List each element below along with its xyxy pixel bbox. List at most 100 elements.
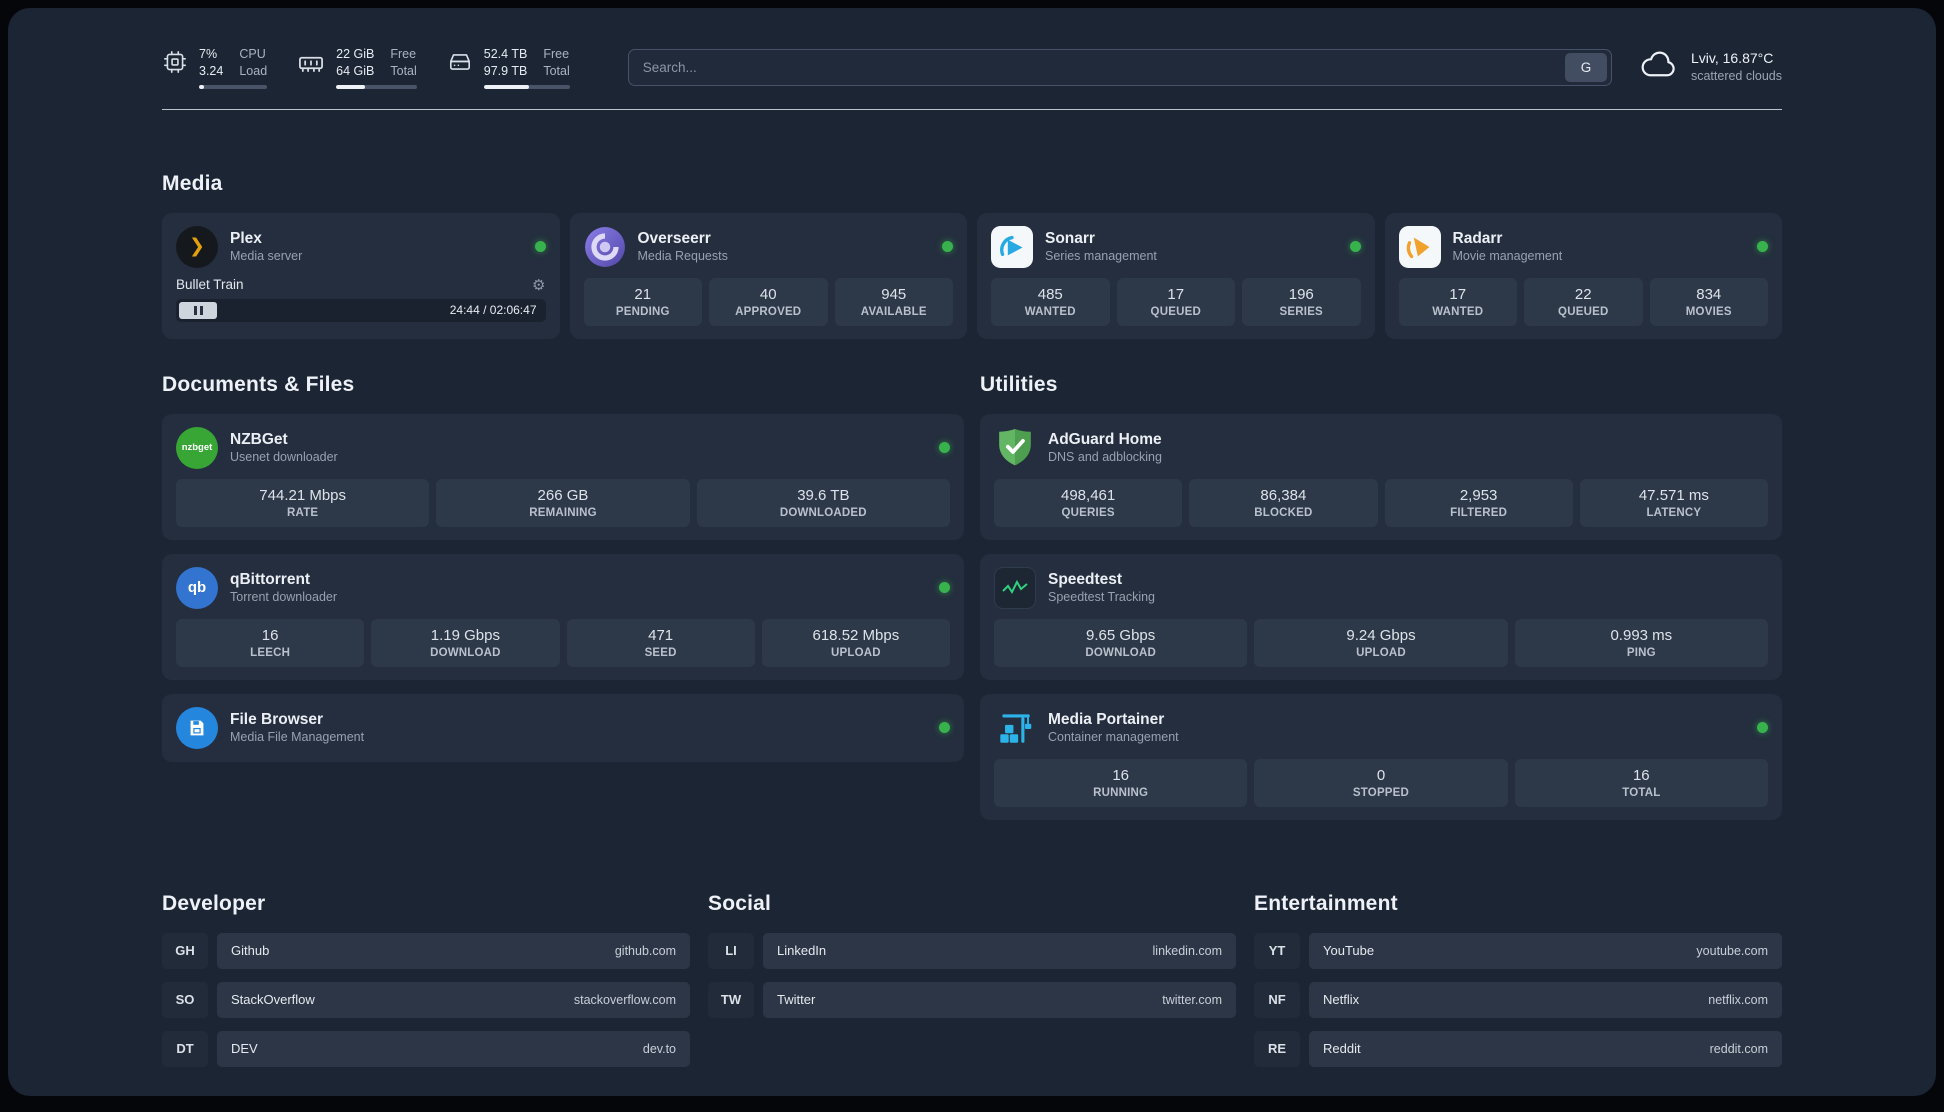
- pause-button[interactable]: [179, 301, 217, 319]
- section-entertainment: Entertainment YT YouTube youtube.com NF …: [1254, 892, 1782, 1067]
- bookmark-link-github[interactable]: Github github.com: [217, 932, 690, 969]
- bookmark-row: LI LinkedIn linkedin.com: [708, 932, 1236, 969]
- status-dot: [942, 241, 953, 253]
- stat-tile: 17 WANTED: [1398, 277, 1517, 326]
- section-title-utilities: Utilities: [980, 372, 1058, 396]
- app-subtitle: DNS and adblocking: [1048, 450, 1162, 465]
- section-title-developer: Developer: [162, 891, 266, 915]
- ram-label-1: Free: [390, 47, 417, 61]
- app-name: Media Portainer: [1048, 710, 1165, 728]
- bookmark-abbr: GH: [162, 932, 208, 969]
- bookmark-link-dev[interactable]: DEV dev.to: [217, 1030, 690, 1067]
- app-card-radarr[interactable]: Radarr Movie management 17 WANTED 22 QUE…: [1384, 212, 1782, 339]
- stat-tile: 9.65 Gbps DOWNLOAD: [994, 618, 1248, 667]
- app-subtitle: Media server: [230, 249, 303, 264]
- stat-tile: 39.6 TB DOWNLOADED: [696, 478, 950, 527]
- stat-tile: 21 PENDING: [583, 277, 702, 326]
- topbar: 7% 3.24 CPU Load 22 GiB 64 GiB Free Tota…: [162, 46, 1782, 89]
- overseerr-icon: [584, 226, 626, 268]
- cloud-icon: [1640, 50, 1678, 85]
- app-name: Sonarr: [1045, 229, 1095, 247]
- search-input[interactable]: [642, 59, 1565, 75]
- now-playing-title: Bullet Train: [176, 277, 244, 293]
- app-name: qBittorrent: [230, 570, 311, 588]
- status-dot: [1349, 241, 1361, 253]
- app-subtitle: Movie management: [1452, 249, 1563, 264]
- stat-tile: 22 QUEUED: [1524, 277, 1643, 326]
- stat-tile: 0.993 ms PING: [1514, 618, 1768, 667]
- stat-tile: 9.24 Gbps UPLOAD: [1254, 618, 1508, 667]
- stat-tile: 1.19 Gbps DOWNLOAD: [371, 618, 560, 667]
- stat-tile: 17 QUEUED: [1116, 277, 1235, 326]
- stat-tile: 16 TOTAL: [1514, 758, 1768, 807]
- search-engine-button[interactable]: G: [1564, 52, 1607, 82]
- disk-label-2: Total: [543, 63, 570, 78]
- disk-icon: [447, 46, 473, 75]
- weather-location: Lviv, 16.87°C: [1690, 49, 1774, 66]
- ram-label-2: Total: [390, 63, 417, 78]
- radarr-icon: [1398, 225, 1441, 268]
- app-card-plex[interactable]: ❯ Plex Media server Bullet Train ⚙ 24:44: [162, 212, 560, 339]
- app-subtitle: Media File Management: [230, 730, 365, 745]
- bookmark-abbr: RE: [1254, 1030, 1300, 1067]
- stat-tile: 471 SEED: [566, 618, 755, 667]
- search-bar[interactable]: G: [627, 48, 1612, 86]
- bookmark-row: RE Reddit reddit.com: [1254, 1030, 1782, 1067]
- app-name: NZBGet: [230, 430, 288, 448]
- bookmark-row: DT DEV dev.to: [162, 1030, 690, 1067]
- gear-icon[interactable]: ⚙: [532, 276, 545, 294]
- app-card-sonarr[interactable]: Sonarr Series management 485 WANTED 17 Q…: [977, 212, 1375, 339]
- player-progress-bar[interactable]: 24:44 / 02:06:47: [176, 298, 546, 322]
- disk-monitor: 52.4 TB 97.9 TB Free Total: [447, 46, 570, 89]
- filebrowser-icon: [176, 706, 218, 749]
- bookmark-row: NF Netflix netflix.com: [1254, 981, 1782, 1018]
- plex-icon: ❯: [176, 225, 218, 268]
- bookmark-row: GH Github github.com: [162, 932, 690, 969]
- disk-label-1: Free: [543, 47, 570, 61]
- speedtest-icon: [994, 566, 1036, 609]
- app-name: Speedtest: [1048, 570, 1123, 588]
- stat-tile: 196 SERIES: [1242, 277, 1361, 326]
- app-name: File Browser: [230, 710, 324, 728]
- section-developer: Developer GH Github github.com SO StackO…: [162, 892, 690, 1067]
- stat-tile: 618.52 Mbps UPLOAD: [761, 618, 950, 667]
- bookmark-link-youtube[interactable]: YouTube youtube.com: [1309, 932, 1782, 969]
- app-card-qbittorrent[interactable]: qb qBittorrent Torrent downloader 16 LEE…: [162, 553, 964, 680]
- bookmark-link-netflix[interactable]: Netflix netflix.com: [1309, 981, 1782, 1018]
- app-subtitle: Torrent downloader: [230, 590, 338, 605]
- weather-condition: scattered clouds: [1690, 69, 1782, 84]
- bookmark-link-reddit[interactable]: Reddit reddit.com: [1309, 1030, 1782, 1067]
- status-dot: [1757, 722, 1768, 734]
- stat-tile: 0 STOPPED: [1254, 758, 1508, 807]
- section-documents: Documents & Files nzbget NZBGet Usenet d…: [162, 373, 964, 820]
- ram-total-value: 64 GiB: [336, 63, 375, 78]
- cpu-load-value: 3.24: [199, 63, 224, 78]
- status-dot: [939, 582, 950, 594]
- section-title-entertainment: Entertainment: [1254, 891, 1398, 915]
- app-card-filebrowser[interactable]: File Browser Media File Management: [162, 693, 964, 762]
- ram-free-value: 22 GiB: [336, 47, 375, 61]
- app-card-speedtest[interactable]: Speedtest Speedtest Tracking 9.65 Gbps D…: [980, 553, 1782, 680]
- stat-tile: 485 WANTED: [991, 277, 1110, 326]
- cpu-label-2: Load: [239, 63, 268, 78]
- stat-tile: 16 LEECH: [176, 618, 365, 667]
- stat-tile: 86,384 BLOCKED: [1189, 478, 1378, 527]
- app-card-portainer[interactable]: Media Portainer Container management 16 …: [980, 693, 1782, 820]
- bookmark-abbr: YT: [1254, 932, 1300, 969]
- status-dot: [939, 442, 950, 454]
- cpu-label-1: CPU: [239, 47, 266, 61]
- bookmark-link-twitter[interactable]: Twitter twitter.com: [763, 981, 1236, 1018]
- app-card-nzbget[interactable]: nzbget NZBGet Usenet downloader 744.21 M…: [162, 413, 964, 540]
- sonarr-icon: [991, 225, 1033, 268]
- bookmark-link-stackoverflow[interactable]: StackOverflow stackoverflow.com: [217, 981, 690, 1018]
- section-media: Media ❯ Plex Media server Bullet Train ⚙…: [162, 172, 1782, 339]
- bookmark-row: SO StackOverflow stackoverflow.com: [162, 981, 690, 1018]
- app-card-adguard[interactable]: AdGuard Home DNS and adblocking 498,461 …: [980, 413, 1782, 540]
- portainer-icon: [994, 707, 1036, 749]
- stat-tile: 834 MOVIES: [1649, 277, 1768, 326]
- status-dot: [1757, 241, 1768, 253]
- status-dot: [939, 722, 950, 734]
- bookmark-link-linkedin[interactable]: LinkedIn linkedin.com: [763, 932, 1236, 969]
- app-card-overseerr[interactable]: Overseerr Media Requests 21 PENDING 40 A…: [569, 212, 967, 339]
- cpu-icon: [162, 46, 188, 75]
